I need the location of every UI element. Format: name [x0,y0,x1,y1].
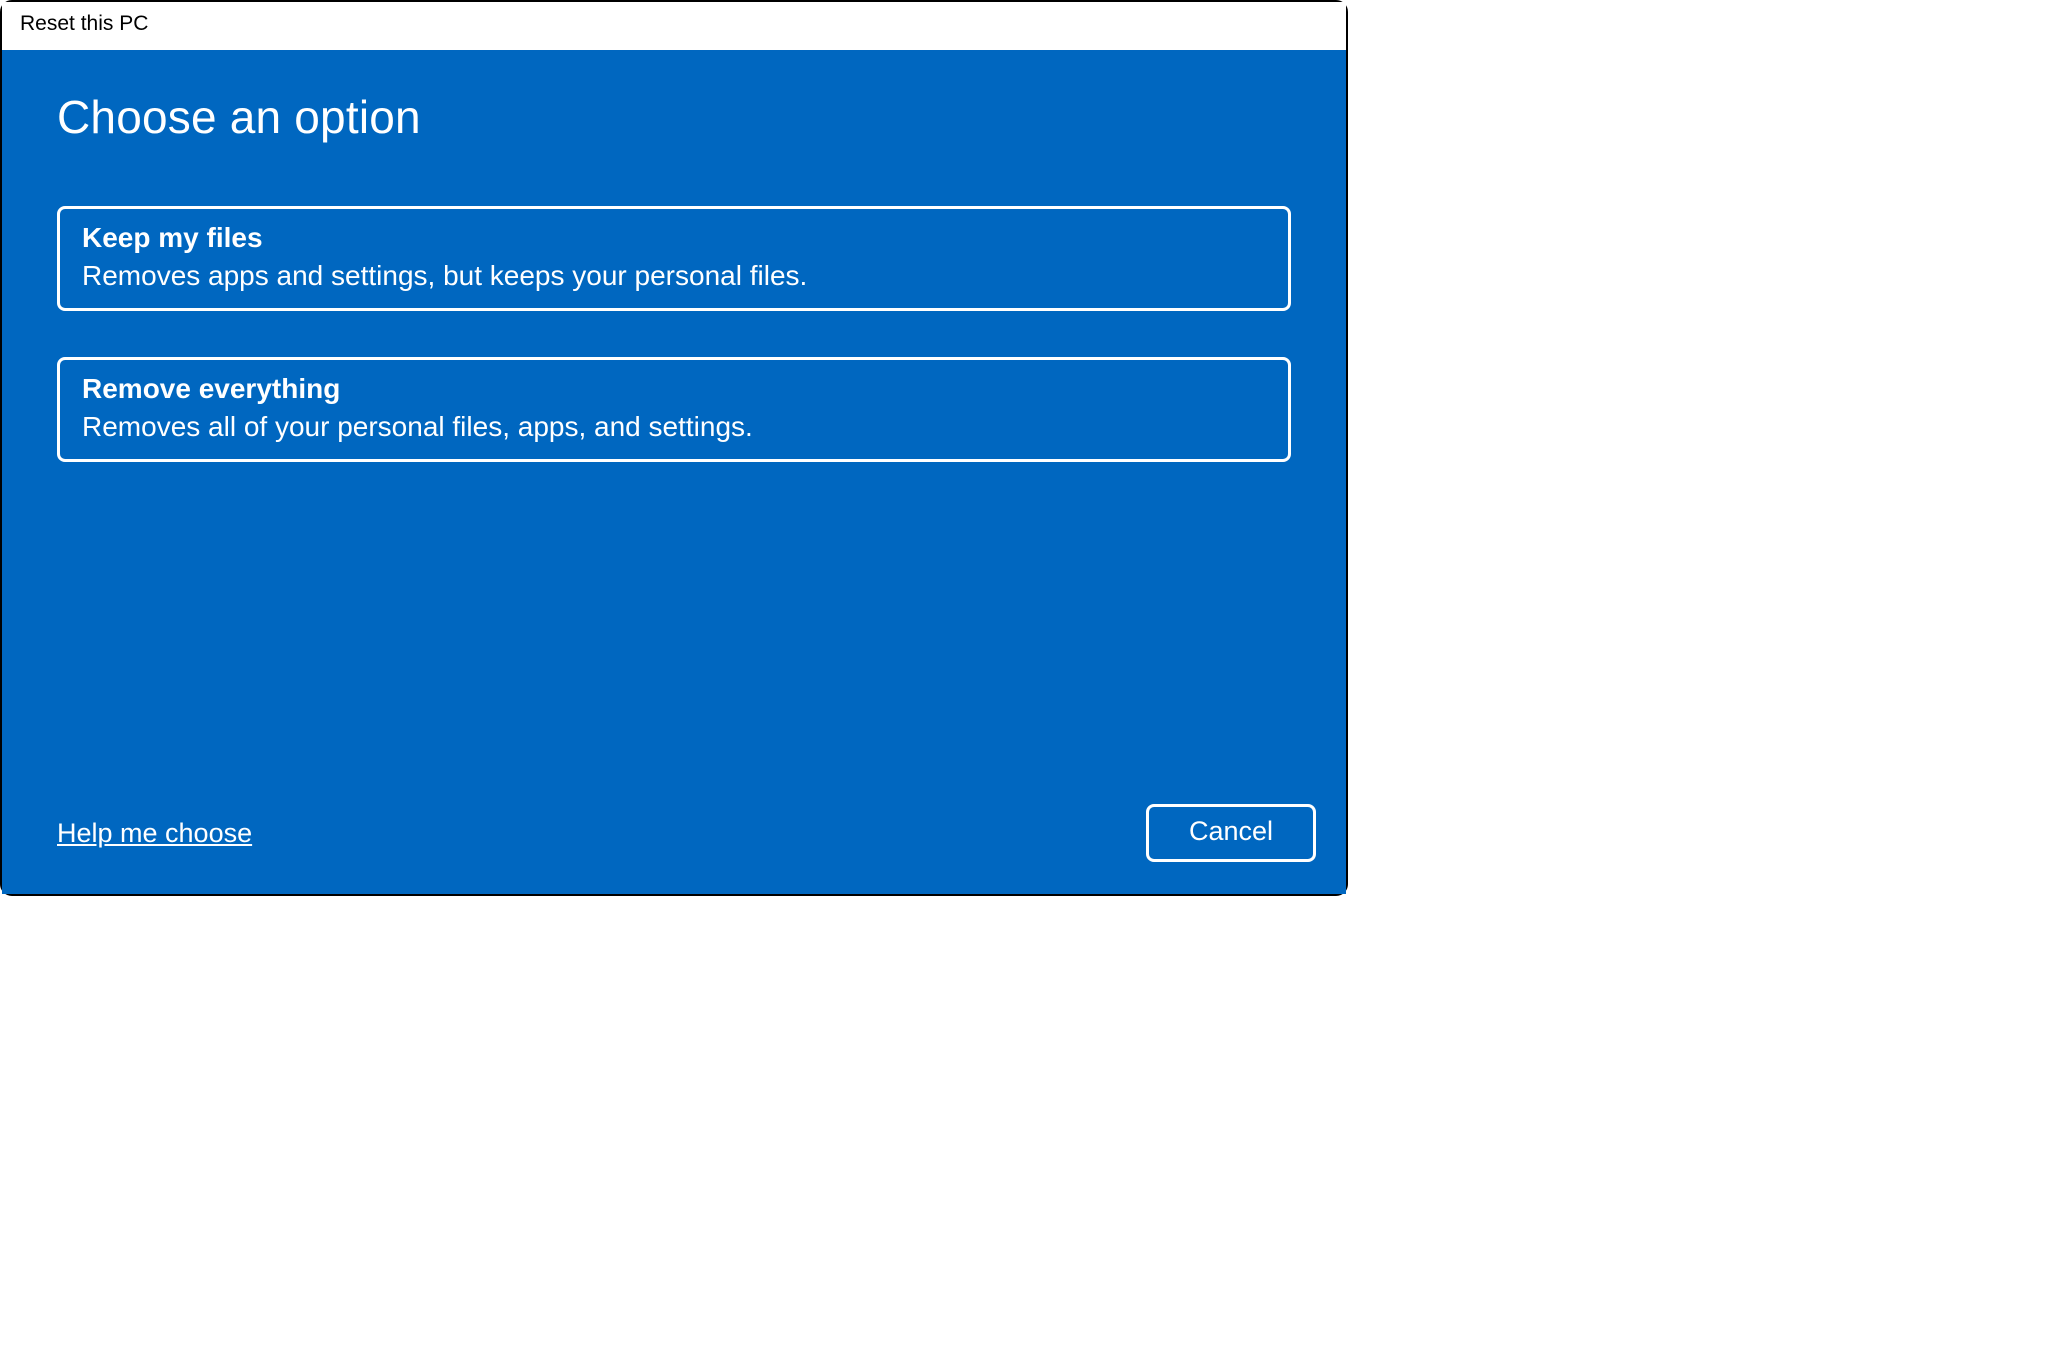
option-description: Removes apps and settings, but keeps you… [82,260,1266,292]
help-me-choose-link[interactable]: Help me choose [57,818,252,849]
option-keep-my-files[interactable]: Keep my files Removes apps and settings,… [57,206,1291,311]
dialog-footer: Help me choose Cancel [57,804,1316,862]
option-remove-everything[interactable]: Remove everything Removes all of your pe… [57,357,1291,462]
option-title: Keep my files [82,222,1266,254]
window-title: Reset this PC [20,12,148,35]
cancel-button[interactable]: Cancel [1146,804,1316,862]
page-heading: Choose an option [57,90,1291,144]
option-description: Removes all of your personal files, apps… [82,411,1266,443]
option-title: Remove everything [82,373,1266,405]
options-list: Keep my files Removes apps and settings,… [57,206,1291,462]
title-bar: Reset this PC [2,2,1346,50]
dialog-content: Choose an option Keep my files Removes a… [2,50,1346,894]
